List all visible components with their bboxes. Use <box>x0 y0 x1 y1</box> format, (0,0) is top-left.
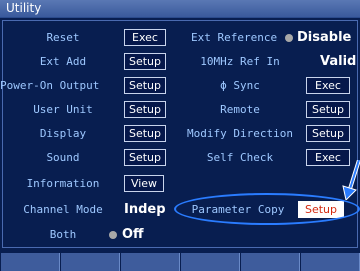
information-label: Information <box>26 177 100 190</box>
remote-setup-button[interactable]: Setup <box>306 101 350 118</box>
power-on-output-setup-button[interactable]: Setup <box>124 77 166 94</box>
phase-sync-label: ϕ Sync <box>220 79 260 92</box>
information-view-button[interactable]: View <box>124 175 164 192</box>
modify-direction-label: Modify Direction <box>187 127 293 140</box>
sound-setup-button[interactable]: Setup <box>124 149 166 166</box>
utility-screen: Utility Reset Exec Ext Add Setup Power-O… <box>0 0 360 271</box>
reset-label: Reset <box>46 31 80 44</box>
softkey-6[interactable] <box>300 253 360 271</box>
phase-sync-exec-button[interactable]: Exec <box>306 77 350 94</box>
user-unit-label: User Unit <box>33 103 93 116</box>
both-indicator-icon <box>109 231 117 239</box>
softkey-5[interactable] <box>240 253 300 271</box>
power-on-output-label: Power-On Output <box>0 79 100 92</box>
display-label: Display <box>39 127 87 140</box>
ext-reference-value[interactable]: Disable <box>297 31 351 45</box>
softkey-2[interactable] <box>60 253 120 271</box>
highlight-ellipse <box>174 193 360 225</box>
modify-direction-setup-button[interactable]: Setup <box>306 125 350 142</box>
softkey-3[interactable] <box>120 253 180 271</box>
channel-mode-label: Channel Mode <box>23 203 103 216</box>
window-title: Utility <box>6 1 42 15</box>
channel-mode-value[interactable]: Indep <box>124 203 166 217</box>
sound-label: Sound <box>46 151 80 164</box>
ext-reference-label: Ext Reference <box>191 31 278 44</box>
arrow-pointer-icon <box>342 160 360 200</box>
remote-label: Remote <box>220 103 260 116</box>
both-value[interactable]: Off <box>122 228 144 242</box>
title-bar: Utility <box>0 0 360 18</box>
ext-add-setup-button[interactable]: Setup <box>124 53 166 70</box>
ext-add-label: Ext Add <box>39 55 87 68</box>
user-unit-setup-button[interactable]: Setup <box>124 101 166 118</box>
display-setup-button[interactable]: Setup <box>124 125 166 142</box>
both-label: Both <box>49 228 77 241</box>
ext-reference-indicator-icon <box>285 34 293 42</box>
softkey-bar <box>0 253 360 271</box>
softkey-4[interactable] <box>180 253 240 271</box>
softkey-1[interactable] <box>0 253 60 271</box>
self-check-label: Self Check <box>206 151 274 164</box>
reset-exec-button[interactable]: Exec <box>124 29 166 46</box>
ref-in-10mhz-value: Valid <box>320 54 357 69</box>
ref-in-10mhz-label: 10MHz Ref In <box>200 55 280 68</box>
